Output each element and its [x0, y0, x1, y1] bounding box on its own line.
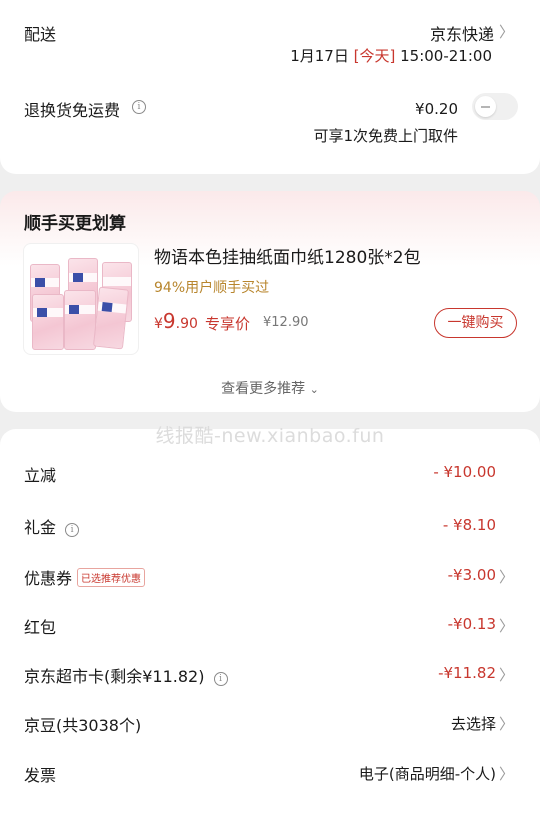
chevron-down-icon: ⌄: [309, 383, 319, 396]
toggle-knob: [475, 96, 496, 117]
exclusive-price-tag: 专享价: [205, 315, 251, 333]
product-price: ¥9.90: [154, 309, 198, 333]
promo-card: 顺手买更划算 物语本色挂抽纸面巾纸1280张*2包 94%用户顺手买过 ¥9.9…: [0, 191, 540, 412]
info-icon[interactable]: i: [65, 523, 80, 537]
gift-cash-label: 礼金 i: [24, 514, 80, 538]
shipping-label: 配送: [24, 25, 57, 44]
invoice-value[interactable]: 电子(商品明细-个人): [359, 763, 496, 784]
chevron-right-icon[interactable]: 〉: [499, 763, 514, 784]
coupon-value[interactable]: -¥3.00: [448, 566, 496, 584]
chevron-right-icon[interactable]: 〉: [499, 615, 514, 636]
more-recommend-link[interactable]: 查看更多推荐 ⌄: [0, 378, 540, 398]
red-packet-value[interactable]: -¥0.13: [448, 615, 496, 633]
delivery-time-range: 15:00-21:00: [400, 47, 492, 65]
instant-discount-value: - ¥10.00: [433, 463, 496, 481]
delivery-card: 配送 京东快递 〉 1月17日 [今天] 15:00-21:00 退换货免运费 …: [0, 0, 540, 174]
chevron-right-icon[interactable]: 〉: [499, 566, 514, 587]
instant-discount-label: 立减: [24, 466, 57, 485]
gift-cash-value: - ¥8.10: [442, 516, 496, 534]
red-packet-label[interactable]: 红包: [24, 614, 56, 638]
return-shipping-note: 可享1次免费上门取件: [313, 127, 458, 145]
product-image[interactable]: [23, 243, 139, 355]
jd-beans-select[interactable]: 去选择: [451, 713, 496, 734]
jd-beans-label[interactable]: 京豆(共3038个): [24, 712, 141, 736]
original-price: ¥12.90: [263, 315, 309, 330]
chevron-right-icon[interactable]: 〉: [499, 713, 514, 734]
product-social-proof: 94%用户顺手买过: [154, 280, 270, 296]
chevron-right-icon[interactable]: 〉: [499, 21, 514, 42]
delivery-date: 1月17日: [290, 47, 349, 65]
delivery-time[interactable]: 1月17日 [今天] 15:00-21:00: [290, 45, 492, 66]
coupon-recommended-badge: 已选推荐优惠: [77, 568, 146, 587]
chevron-right-icon[interactable]: 〉: [499, 664, 514, 685]
product-title[interactable]: 物语本色挂抽纸面巾纸1280张*2包: [154, 243, 421, 268]
invoice-label[interactable]: 发票: [24, 762, 56, 786]
one-click-buy-button[interactable]: 一键购买: [434, 308, 517, 338]
return-shipping-price: ¥0.20: [415, 100, 458, 118]
price-summary-card: 线报酷-new.xianbao.fun 立减 - ¥10.00 礼金 i - ¥…: [0, 425, 540, 817]
info-icon[interactable]: i: [132, 100, 146, 114]
supermarket-card-value[interactable]: -¥11.82: [438, 664, 496, 682]
return-shipping-label: 退换货免运费: [24, 101, 121, 120]
watermark: 线报酷-new.xianbao.fun: [155, 425, 385, 447]
return-shipping-toggle[interactable]: [472, 93, 518, 120]
shipping-method-value[interactable]: 京东快递: [430, 21, 494, 45]
info-icon[interactable]: i: [213, 672, 228, 686]
coupon-label[interactable]: 优惠券 已选推荐优惠: [24, 565, 146, 589]
promo-title: 顺手买更划算: [24, 214, 126, 234]
today-badge: [今天]: [353, 47, 396, 65]
supermarket-card-label[interactable]: 京东超市卡(剩余¥11.82) i: [24, 663, 228, 687]
